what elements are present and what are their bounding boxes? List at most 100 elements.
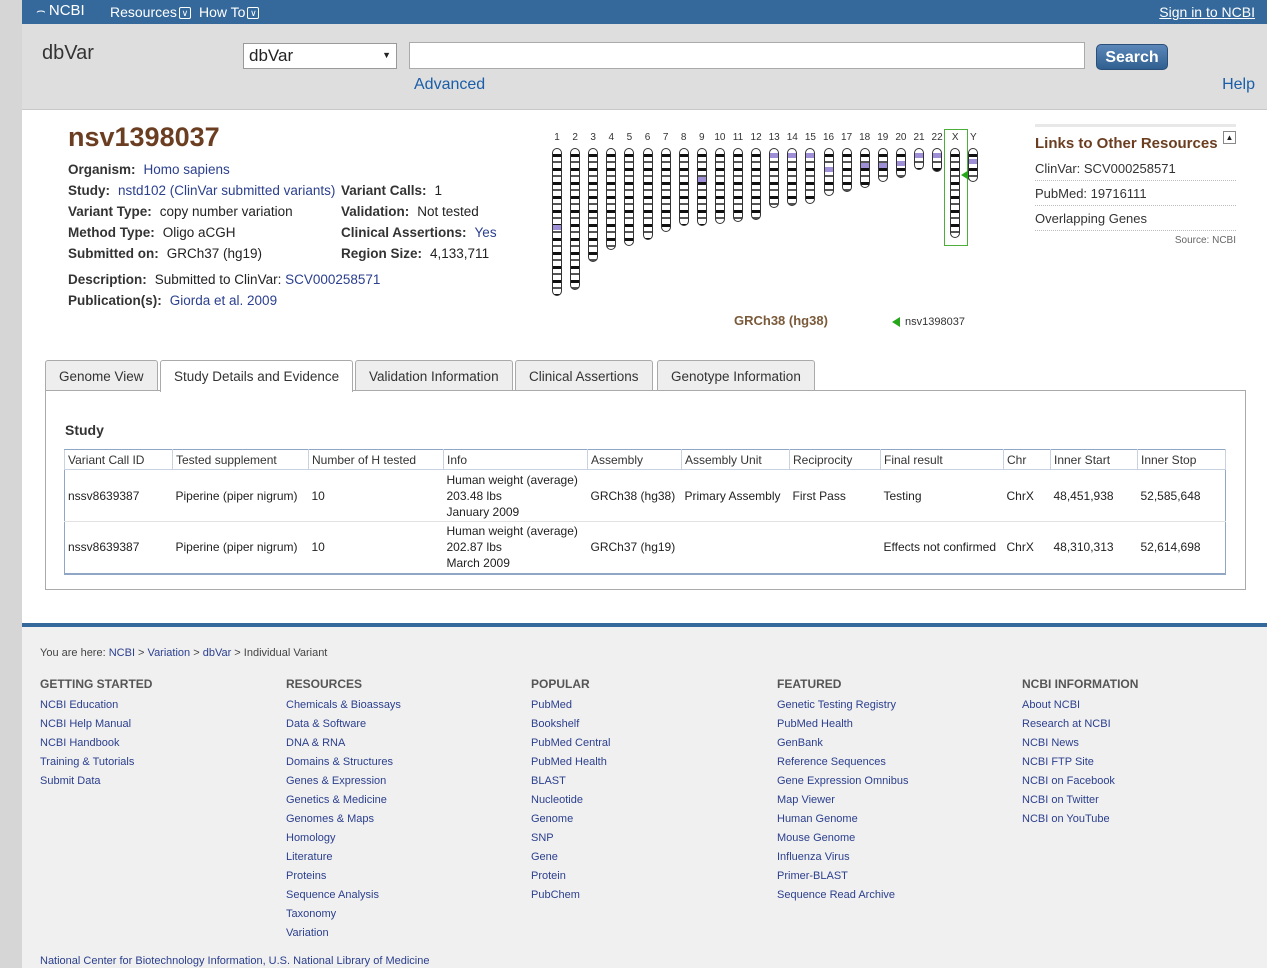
chromosome-19[interactable] xyxy=(877,148,888,182)
footer-link[interactable]: Human Genome xyxy=(777,810,908,829)
collapse-toggle-icon[interactable]: ▲ xyxy=(1223,131,1236,144)
search-input[interactable] xyxy=(409,42,1085,69)
tab-genome-view[interactable]: Genome View xyxy=(45,360,158,391)
chromosome-7[interactable] xyxy=(660,148,671,232)
column-header[interactable]: Inner Start xyxy=(1050,449,1138,470)
tab-study-details[interactable]: Study Details and Evidence xyxy=(160,360,354,392)
footer-link[interactable]: Data & Software xyxy=(286,715,401,734)
chromosome-22[interactable] xyxy=(932,148,943,172)
ncbi-logo[interactable]: ⌢ NCBI xyxy=(36,2,85,19)
advanced-search-link[interactable]: Advanced xyxy=(414,76,485,94)
chromosome-2[interactable] xyxy=(570,148,581,290)
footer-link[interactable]: Genomes & Maps xyxy=(286,810,401,829)
chromosome-12[interactable] xyxy=(751,148,762,220)
footer-link[interactable]: SNP xyxy=(531,829,611,848)
overlapping-genes-link[interactable]: Overlapping Genes xyxy=(1035,206,1236,231)
column-header[interactable]: Tested supplement xyxy=(172,449,309,470)
chromosome-21[interactable] xyxy=(914,148,924,170)
footer-link[interactable]: Literature xyxy=(286,848,401,867)
chromosome-6[interactable] xyxy=(642,148,653,240)
breadcrumb-dbvar[interactable]: dbVar xyxy=(203,647,232,659)
footer-link[interactable]: NCBI on Facebook xyxy=(1022,772,1138,791)
footer-link[interactable]: Map Viewer xyxy=(777,791,908,810)
chromosome-9[interactable] xyxy=(696,148,707,226)
chromosome-13[interactable] xyxy=(769,148,780,208)
footer-link[interactable]: GenBank xyxy=(777,734,908,753)
organism-link[interactable]: Homo sapiens xyxy=(144,162,230,177)
column-header[interactable]: Reciprocity xyxy=(789,449,881,470)
column-header[interactable]: Assembly Unit xyxy=(681,449,790,470)
footer-link[interactable]: PubMed Central xyxy=(531,734,611,753)
footer-link[interactable]: NCBI News xyxy=(1022,734,1138,753)
footer-link[interactable]: DNA & RNA xyxy=(286,734,401,753)
study-link[interactable]: nstd102 (ClinVar submitted variants) xyxy=(118,183,335,198)
database-select[interactable]: dbVar ▼ xyxy=(243,43,397,69)
footer-link[interactable]: Training & Tutorials xyxy=(40,753,152,772)
publication-link[interactable]: Giorda et al. 2009 xyxy=(170,293,277,308)
sign-in-link[interactable]: Sign in to NCBI xyxy=(1159,4,1255,20)
breadcrumb-ncbi[interactable]: NCBI xyxy=(109,647,135,659)
footer-link[interactable]: Submit Data xyxy=(40,772,152,791)
footer-link[interactable]: Influenza Virus xyxy=(777,848,908,867)
chromosome-3[interactable] xyxy=(588,148,599,262)
footer-link[interactable]: Genome xyxy=(531,810,611,829)
footer-link[interactable]: Genes & Expression xyxy=(286,772,401,791)
footer-link[interactable]: Nucleotide xyxy=(531,791,611,810)
footer-link[interactable]: PubMed Health xyxy=(777,715,908,734)
nlm-link[interactable]: National Center for Biotechnology Inform… xyxy=(40,955,429,967)
footer-link[interactable]: Chemicals & Bioassays xyxy=(286,696,401,715)
column-header[interactable]: Variant Call ID xyxy=(64,449,173,470)
chromosome-Y[interactable] xyxy=(968,148,979,182)
clinical-assertions-link[interactable]: Yes xyxy=(475,225,497,240)
description-scv-link[interactable]: SCV000258571 xyxy=(285,272,380,287)
footer-link[interactable]: Homology xyxy=(286,829,401,848)
resources-menu[interactable]: Resources ∨ xyxy=(110,4,191,20)
chromosome-5[interactable] xyxy=(624,148,635,246)
tab-clinical-assertions[interactable]: Clinical Assertions xyxy=(515,360,653,391)
footer-link[interactable]: Taxonomy xyxy=(286,905,401,924)
chromosome-14[interactable] xyxy=(787,148,798,206)
footer-link[interactable]: PubMed Health xyxy=(531,753,611,772)
footer-link[interactable]: Proteins xyxy=(286,867,401,886)
footer-link[interactable]: Domains & Structures xyxy=(286,753,401,772)
footer-link[interactable]: NCBI FTP Site xyxy=(1022,753,1138,772)
column-header[interactable]: Final result xyxy=(880,449,1004,470)
pubmed-link[interactable]: PubMed: 19716111 xyxy=(1035,181,1236,206)
chromosome-10[interactable] xyxy=(714,148,725,224)
chromosome-4[interactable] xyxy=(606,148,617,250)
help-link[interactable]: Help xyxy=(1222,76,1255,94)
chromosome-11[interactable] xyxy=(733,148,743,222)
tab-genotype-information[interactable]: Genotype Information xyxy=(657,360,815,391)
footer-link[interactable]: BLAST xyxy=(531,772,611,791)
chromosome-8[interactable] xyxy=(678,148,689,226)
footer-link[interactable]: Bookshelf xyxy=(531,715,611,734)
footer-link[interactable]: Protein xyxy=(531,867,611,886)
footer-link[interactable]: NCBI on Twitter xyxy=(1022,791,1138,810)
chromosome-ideogram[interactable]: 1 2 3 4 5 6 7 8 9 10 11 12 13 14 15 16 17 18 19 20 21 22 X Y xyxy=(540,128,1010,338)
column-header[interactable]: Chr xyxy=(1003,449,1051,470)
footer-link[interactable]: Sequence Analysis xyxy=(286,886,401,905)
footer-link[interactable]: PubMed xyxy=(531,696,611,715)
column-header[interactable]: Assembly xyxy=(587,449,682,470)
howto-menu[interactable]: How To ∨ xyxy=(199,4,260,20)
chromosome-1[interactable] xyxy=(552,148,562,296)
footer-link[interactable]: Sequence Read Archive xyxy=(777,886,908,905)
chromosome-15[interactable] xyxy=(805,148,816,204)
footer-link[interactable]: NCBI Handbook xyxy=(40,734,152,753)
column-header[interactable]: Inner Stop xyxy=(1137,449,1226,470)
footer-link[interactable]: Reference Sequences xyxy=(777,753,908,772)
footer-link[interactable]: Mouse Genome xyxy=(777,829,908,848)
footer-link[interactable]: Research at NCBI xyxy=(1022,715,1138,734)
footer-link[interactable]: Variation xyxy=(286,924,401,943)
tab-validation-information[interactable]: Validation Information xyxy=(355,360,513,391)
breadcrumb-variation[interactable]: Variation xyxy=(148,647,191,659)
footer-link[interactable]: NCBI Help Manual xyxy=(40,715,152,734)
clinvar-link[interactable]: ClinVar: SCV000258571 xyxy=(1035,156,1236,181)
footer-link[interactable]: Gene xyxy=(531,848,611,867)
chromosome-20[interactable] xyxy=(895,148,906,178)
footer-link[interactable]: NCBI on YouTube xyxy=(1022,810,1138,829)
column-header[interactable]: Number of H tested xyxy=(308,449,444,470)
footer-link[interactable]: NCBI Education xyxy=(40,696,152,715)
footer-link[interactable]: PubChem xyxy=(531,886,611,905)
search-button[interactable]: Search xyxy=(1096,44,1168,70)
